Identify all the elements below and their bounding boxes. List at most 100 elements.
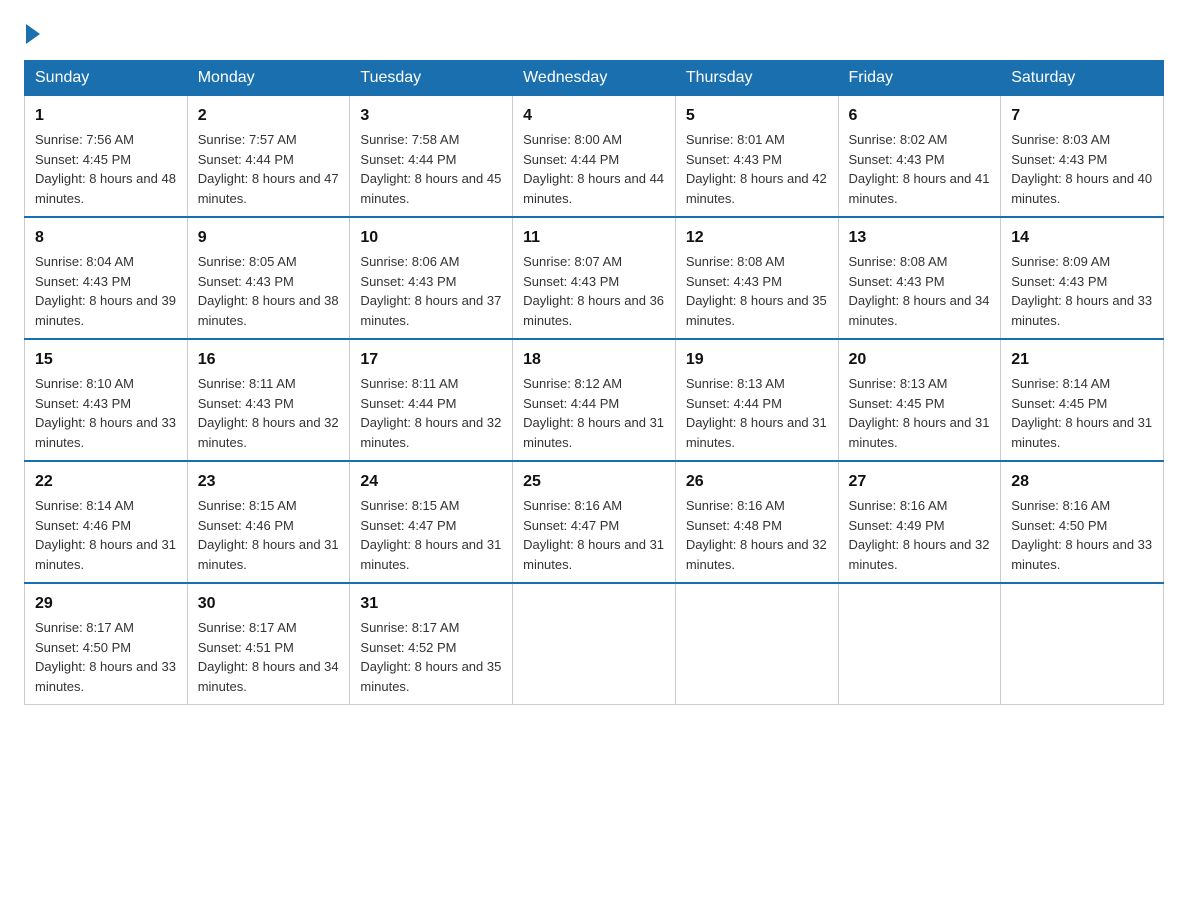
day-info: Sunrise: 7:58 AMSunset: 4:44 PMDaylight:…: [360, 132, 501, 206]
day-number: 26: [686, 470, 828, 494]
day-number: 1: [35, 104, 177, 128]
calendar-cell: [513, 583, 676, 705]
calendar-cell: 20 Sunrise: 8:13 AMSunset: 4:45 PMDaylig…: [838, 339, 1001, 461]
calendar-cell: 8 Sunrise: 8:04 AMSunset: 4:43 PMDayligh…: [25, 217, 188, 339]
day-number: 12: [686, 226, 828, 250]
weekday-header-thursday: Thursday: [675, 61, 838, 96]
calendar-table: SundayMondayTuesdayWednesdayThursdayFrid…: [24, 60, 1164, 705]
logo: [24, 24, 42, 44]
day-info: Sunrise: 8:10 AMSunset: 4:43 PMDaylight:…: [35, 376, 176, 450]
calendar-week-row: 15 Sunrise: 8:10 AMSunset: 4:43 PMDaylig…: [25, 339, 1164, 461]
calendar-cell: [1001, 583, 1164, 705]
day-number: 27: [849, 470, 991, 494]
day-number: 2: [198, 104, 340, 128]
calendar-cell: 4 Sunrise: 8:00 AMSunset: 4:44 PMDayligh…: [513, 96, 676, 218]
day-info: Sunrise: 8:17 AMSunset: 4:51 PMDaylight:…: [198, 620, 339, 694]
calendar-cell: 6 Sunrise: 8:02 AMSunset: 4:43 PMDayligh…: [838, 96, 1001, 218]
calendar-cell: [675, 583, 838, 705]
calendar-cell: 3 Sunrise: 7:58 AMSunset: 4:44 PMDayligh…: [350, 96, 513, 218]
day-info: Sunrise: 8:04 AMSunset: 4:43 PMDaylight:…: [35, 254, 176, 328]
day-info: Sunrise: 8:01 AMSunset: 4:43 PMDaylight:…: [686, 132, 827, 206]
day-number: 18: [523, 348, 665, 372]
day-info: Sunrise: 8:15 AMSunset: 4:46 PMDaylight:…: [198, 498, 339, 572]
day-info: Sunrise: 8:15 AMSunset: 4:47 PMDaylight:…: [360, 498, 501, 572]
calendar-cell: 7 Sunrise: 8:03 AMSunset: 4:43 PMDayligh…: [1001, 96, 1164, 218]
calendar-cell: 23 Sunrise: 8:15 AMSunset: 4:46 PMDaylig…: [187, 461, 350, 583]
calendar-cell: 2 Sunrise: 7:57 AMSunset: 4:44 PMDayligh…: [187, 96, 350, 218]
day-info: Sunrise: 8:16 AMSunset: 4:47 PMDaylight:…: [523, 498, 664, 572]
calendar-week-row: 8 Sunrise: 8:04 AMSunset: 4:43 PMDayligh…: [25, 217, 1164, 339]
day-info: Sunrise: 8:14 AMSunset: 4:46 PMDaylight:…: [35, 498, 176, 572]
day-info: Sunrise: 8:14 AMSunset: 4:45 PMDaylight:…: [1011, 376, 1152, 450]
day-info: Sunrise: 8:06 AMSunset: 4:43 PMDaylight:…: [360, 254, 501, 328]
calendar-cell: 5 Sunrise: 8:01 AMSunset: 4:43 PMDayligh…: [675, 96, 838, 218]
day-number: 23: [198, 470, 340, 494]
calendar-cell: 19 Sunrise: 8:13 AMSunset: 4:44 PMDaylig…: [675, 339, 838, 461]
calendar-cell: 28 Sunrise: 8:16 AMSunset: 4:50 PMDaylig…: [1001, 461, 1164, 583]
calendar-cell: 27 Sunrise: 8:16 AMSunset: 4:49 PMDaylig…: [838, 461, 1001, 583]
day-number: 31: [360, 592, 502, 616]
calendar-cell: 18 Sunrise: 8:12 AMSunset: 4:44 PMDaylig…: [513, 339, 676, 461]
day-info: Sunrise: 8:02 AMSunset: 4:43 PMDaylight:…: [849, 132, 990, 206]
calendar-cell: 11 Sunrise: 8:07 AMSunset: 4:43 PMDaylig…: [513, 217, 676, 339]
day-number: 7: [1011, 104, 1153, 128]
weekday-header-monday: Monday: [187, 61, 350, 96]
day-info: Sunrise: 8:05 AMSunset: 4:43 PMDaylight:…: [198, 254, 339, 328]
day-info: Sunrise: 8:17 AMSunset: 4:50 PMDaylight:…: [35, 620, 176, 694]
day-info: Sunrise: 7:57 AMSunset: 4:44 PMDaylight:…: [198, 132, 339, 206]
calendar-cell: 26 Sunrise: 8:16 AMSunset: 4:48 PMDaylig…: [675, 461, 838, 583]
day-number: 13: [849, 226, 991, 250]
day-number: 17: [360, 348, 502, 372]
day-number: 22: [35, 470, 177, 494]
day-number: 19: [686, 348, 828, 372]
calendar-cell: 22 Sunrise: 8:14 AMSunset: 4:46 PMDaylig…: [25, 461, 188, 583]
day-info: Sunrise: 8:16 AMSunset: 4:50 PMDaylight:…: [1011, 498, 1152, 572]
day-number: 24: [360, 470, 502, 494]
day-info: Sunrise: 8:13 AMSunset: 4:45 PMDaylight:…: [849, 376, 990, 450]
calendar-cell: 17 Sunrise: 8:11 AMSunset: 4:44 PMDaylig…: [350, 339, 513, 461]
day-number: 9: [198, 226, 340, 250]
day-number: 8: [35, 226, 177, 250]
weekday-header-saturday: Saturday: [1001, 61, 1164, 96]
day-info: Sunrise: 7:56 AMSunset: 4:45 PMDaylight:…: [35, 132, 176, 206]
calendar-cell: [838, 583, 1001, 705]
day-number: 5: [686, 104, 828, 128]
calendar-cell: 25 Sunrise: 8:16 AMSunset: 4:47 PMDaylig…: [513, 461, 676, 583]
day-info: Sunrise: 8:11 AMSunset: 4:43 PMDaylight:…: [198, 376, 339, 450]
logo-arrow-icon: [26, 24, 40, 44]
calendar-cell: 29 Sunrise: 8:17 AMSunset: 4:50 PMDaylig…: [25, 583, 188, 705]
day-number: 15: [35, 348, 177, 372]
calendar-week-row: 22 Sunrise: 8:14 AMSunset: 4:46 PMDaylig…: [25, 461, 1164, 583]
calendar-cell: 14 Sunrise: 8:09 AMSunset: 4:43 PMDaylig…: [1001, 217, 1164, 339]
calendar-cell: 21 Sunrise: 8:14 AMSunset: 4:45 PMDaylig…: [1001, 339, 1164, 461]
calendar-cell: 16 Sunrise: 8:11 AMSunset: 4:43 PMDaylig…: [187, 339, 350, 461]
calendar-cell: 1 Sunrise: 7:56 AMSunset: 4:45 PMDayligh…: [25, 96, 188, 218]
day-number: 16: [198, 348, 340, 372]
day-info: Sunrise: 8:08 AMSunset: 4:43 PMDaylight:…: [849, 254, 990, 328]
day-info: Sunrise: 8:17 AMSunset: 4:52 PMDaylight:…: [360, 620, 501, 694]
calendar-cell: 24 Sunrise: 8:15 AMSunset: 4:47 PMDaylig…: [350, 461, 513, 583]
day-number: 6: [849, 104, 991, 128]
calendar-week-row: 1 Sunrise: 7:56 AMSunset: 4:45 PMDayligh…: [25, 96, 1164, 218]
day-info: Sunrise: 8:07 AMSunset: 4:43 PMDaylight:…: [523, 254, 664, 328]
day-info: Sunrise: 8:16 AMSunset: 4:49 PMDaylight:…: [849, 498, 990, 572]
calendar-cell: 30 Sunrise: 8:17 AMSunset: 4:51 PMDaylig…: [187, 583, 350, 705]
day-info: Sunrise: 8:08 AMSunset: 4:43 PMDaylight:…: [686, 254, 827, 328]
weekday-header-sunday: Sunday: [25, 61, 188, 96]
weekday-header-row: SundayMondayTuesdayWednesdayThursdayFrid…: [25, 61, 1164, 96]
day-number: 28: [1011, 470, 1153, 494]
day-number: 21: [1011, 348, 1153, 372]
day-info: Sunrise: 8:03 AMSunset: 4:43 PMDaylight:…: [1011, 132, 1152, 206]
day-info: Sunrise: 8:12 AMSunset: 4:44 PMDaylight:…: [523, 376, 664, 450]
day-number: 30: [198, 592, 340, 616]
weekday-header-tuesday: Tuesday: [350, 61, 513, 96]
day-number: 11: [523, 226, 665, 250]
calendar-cell: 10 Sunrise: 8:06 AMSunset: 4:43 PMDaylig…: [350, 217, 513, 339]
day-number: 4: [523, 104, 665, 128]
day-number: 14: [1011, 226, 1153, 250]
day-number: 29: [35, 592, 177, 616]
weekday-header-friday: Friday: [838, 61, 1001, 96]
calendar-cell: 13 Sunrise: 8:08 AMSunset: 4:43 PMDaylig…: [838, 217, 1001, 339]
page-header: [24, 24, 1164, 44]
weekday-header-wednesday: Wednesday: [513, 61, 676, 96]
